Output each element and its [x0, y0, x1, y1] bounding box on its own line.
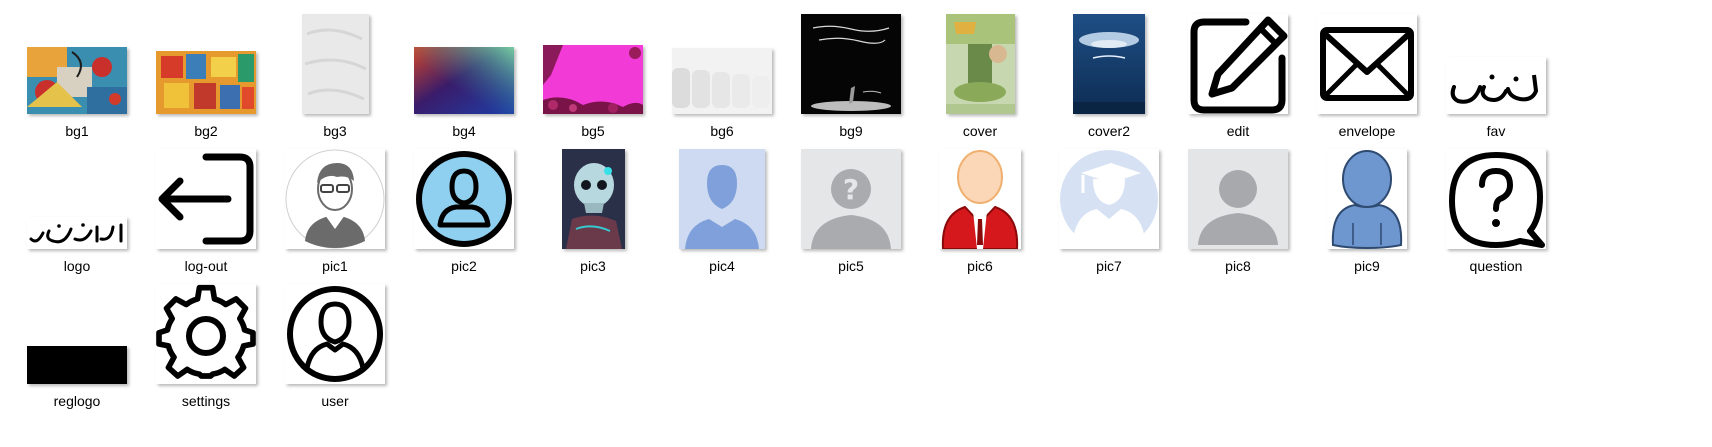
file-label: cover	[962, 123, 998, 139]
white-tiles-thumbnail	[672, 48, 772, 114]
file-label: pic1	[322, 258, 348, 274]
file-item[interactable]: pic6	[915, 139, 1045, 281]
unknown-user-avatar: ?	[801, 149, 901, 249]
file-item[interactable]: pic7	[1044, 139, 1174, 281]
file-item[interactable]: pic2	[399, 139, 529, 281]
file-item[interactable]: bg4	[399, 4, 529, 146]
file-label: envelope	[1338, 123, 1396, 139]
file-label: edit	[1226, 123, 1250, 139]
file-item[interactable]: reglogo	[12, 274, 142, 416]
graduate-avatar	[1059, 149, 1159, 249]
file-item[interactable]: pic8	[1173, 139, 1303, 281]
file-label: bg3	[323, 123, 347, 139]
file-label: pic6	[967, 258, 993, 274]
blue-silhouette-avatar	[679, 149, 765, 249]
file-label: reglogo	[53, 393, 101, 409]
file-label: pic2	[451, 258, 477, 274]
question-bubble-icon	[1446, 149, 1546, 249]
file-label: settings	[181, 393, 231, 409]
file-label: log-out	[184, 258, 228, 274]
blue-person-avatar	[1327, 149, 1407, 249]
file-label: pic4	[709, 258, 735, 274]
grey-default-avatar	[1188, 149, 1288, 249]
file-item[interactable]: bg1	[12, 4, 142, 146]
gradient-thumbnail	[414, 47, 514, 114]
file-item[interactable]: cover2	[1044, 4, 1174, 146]
file-label: logo	[63, 258, 91, 274]
edit-pencil-icon	[1188, 14, 1288, 114]
file-item[interactable]: user	[270, 274, 400, 416]
file-item[interactable]: pic9	[1302, 139, 1432, 281]
gear-icon	[156, 284, 256, 384]
red-suit-avatar	[939, 149, 1021, 249]
file-item[interactable]: bg3	[270, 4, 400, 146]
urdu-logo-thumbnail	[27, 217, 127, 249]
svg-text:?: ?	[843, 173, 859, 206]
file-item[interactable]: question	[1431, 139, 1561, 281]
file-item[interactable]: settings	[141, 274, 271, 416]
circle-user-icon	[285, 284, 385, 384]
file-item[interactable]: pic3	[528, 139, 658, 281]
blue-circle-user-avatar	[414, 149, 514, 249]
file-item[interactable]: bg2	[141, 4, 271, 146]
black-poetry-thumbnail	[801, 14, 901, 114]
file-item[interactable]: ? pic5	[786, 139, 916, 281]
file-label: user	[321, 393, 349, 409]
file-icon-grid: bg1 bg2 bg3 bg4 bg5 bg6 bg9 cover cover2…	[0, 0, 1712, 447]
file-label: bg6	[710, 123, 734, 139]
file-item[interactable]: cover	[915, 4, 1045, 146]
file-item[interactable]: edit	[1173, 4, 1303, 146]
file-label: question	[1469, 258, 1523, 274]
pink-roses-thumbnail	[543, 45, 643, 114]
log-out-icon	[156, 149, 256, 249]
file-label: bg1	[65, 123, 89, 139]
file-label: cover2	[1087, 123, 1131, 139]
abstract-painting-thumbnail	[27, 47, 127, 114]
file-item[interactable]: bg9	[786, 4, 916, 146]
white-texture-thumbnail	[301, 14, 369, 114]
envelope-icon	[1317, 14, 1417, 114]
file-item[interactable]: logo	[12, 139, 142, 281]
file-label: bg2	[194, 123, 218, 139]
file-label: fav	[1486, 123, 1506, 139]
file-item[interactable]: pic4	[657, 139, 787, 281]
file-item[interactable]: envelope	[1302, 4, 1432, 146]
file-label: bg9	[839, 123, 863, 139]
colorful-squares-thumbnail	[156, 51, 256, 114]
file-label: pic9	[1354, 258, 1380, 274]
file-item[interactable]: pic1	[270, 139, 400, 281]
urdu-calligraphy-icon	[1446, 57, 1546, 114]
file-item[interactable]: bg6	[657, 4, 787, 146]
book-cover-thumbnail	[945, 14, 1015, 114]
file-item[interactable]: fav	[1431, 4, 1561, 146]
black-rectangle-thumbnail	[27, 346, 127, 384]
file-label: pic3	[580, 258, 606, 274]
file-label: pic5	[838, 258, 864, 274]
file-item[interactable]: log-out	[141, 139, 271, 281]
file-label: bg4	[452, 123, 476, 139]
man-glasses-avatar	[285, 149, 385, 249]
file-label: pic7	[1096, 258, 1122, 274]
file-label: pic8	[1225, 258, 1251, 274]
file-label: bg5	[581, 123, 605, 139]
skull-art-thumbnail	[561, 149, 625, 249]
blue-book-cover-thumbnail	[1073, 14, 1145, 114]
file-item[interactable]: bg5	[528, 4, 658, 146]
